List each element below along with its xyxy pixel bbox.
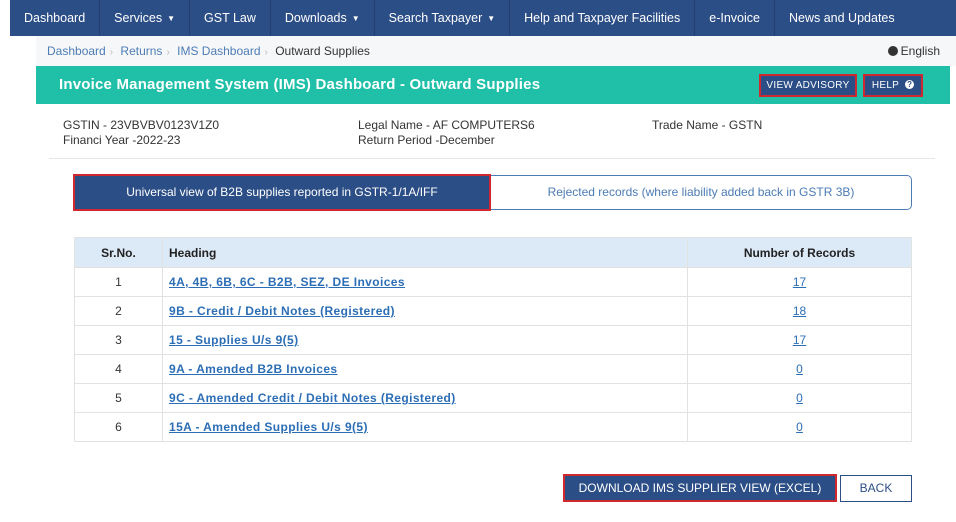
column-header-count: Number of Records bbox=[687, 237, 912, 268]
tab-universal-view[interactable]: Universal view of B2B supplies reported … bbox=[73, 174, 491, 211]
row-srno: 5 bbox=[74, 383, 163, 413]
page-title: Invoice Management System (IMS) Dashboar… bbox=[59, 76, 541, 93]
table-row: 5 9C - Amended Credit / Debit Notes (Reg… bbox=[74, 383, 912, 413]
language-label: English bbox=[900, 44, 940, 58]
row-srno: 4 bbox=[74, 354, 163, 384]
row-count-link[interactable]: 18 bbox=[793, 304, 806, 318]
row-srno: 1 bbox=[74, 267, 163, 297]
breadcrumb: Dashboard › Returns › IMS Dashboard › Outwa… bbox=[47, 44, 370, 58]
chevron-right-icon: › bbox=[166, 47, 170, 58]
top-navbar: Dashboard Services ▼ GST Law Downloads ▼ S… bbox=[10, 0, 956, 36]
caret-down-icon: ▼ bbox=[167, 14, 176, 23]
row-count-link[interactable]: 17 bbox=[793, 275, 806, 289]
nav-downloads[interactable]: Downloads ▼ bbox=[271, 0, 375, 36]
nav-news-updates[interactable]: News and Updates bbox=[775, 0, 909, 36]
nav-label: Downloads bbox=[284, 11, 347, 25]
tab-rejected-records[interactable]: Rejected records (where liability added … bbox=[491, 175, 912, 210]
row-heading-link[interactable]: 9B - Credit / Debit Notes (Registered) bbox=[169, 304, 395, 318]
chevron-right-icon: › bbox=[109, 47, 114, 58]
row-count-link[interactable]: 17 bbox=[793, 333, 806, 347]
tab-label: Rejected records (where liability added … bbox=[547, 185, 855, 199]
nav-search-taxpayer[interactable]: Search Taxpayer ▼ bbox=[375, 0, 511, 36]
language-selector[interactable]: English bbox=[887, 44, 940, 58]
nav-label: News and Updates bbox=[789, 11, 895, 25]
nav-label: Services bbox=[114, 11, 163, 25]
help-button[interactable]: HELP? bbox=[863, 74, 923, 97]
page-header: Invoice Management System (IMS) Dashboar… bbox=[36, 66, 950, 104]
column-header-srno: Sr.No. bbox=[74, 237, 163, 268]
row-count-link[interactable]: 0 bbox=[796, 420, 803, 434]
row-heading-link[interactable]: 9A - Amended B2B Invoices bbox=[169, 362, 337, 376]
download-excel-button[interactable]: DOWNLOAD IMS SUPPLIER VIEW (EXCEL) bbox=[563, 474, 837, 502]
gstin-text: GSTIN - 23VBVBV0123V1Z0 bbox=[63, 118, 220, 132]
return-period-text: Return Period -December bbox=[358, 133, 495, 147]
breadcrumb-bar: Dashboard › Returns › IMS Dashboard › Outwa… bbox=[36, 36, 956, 66]
nav-label: GST Law bbox=[204, 11, 256, 25]
breadcrumb-ims-dashboard[interactable]: IMS Dashboard bbox=[177, 44, 260, 58]
breadcrumb-returns[interactable]: Returns bbox=[120, 44, 162, 58]
legal-name-block: Legal Name - AF COMPUTERS6 Return Period… bbox=[358, 118, 535, 148]
table-row: 6 15A - Amended Supplies U/s 9(5) 0 bbox=[74, 412, 912, 442]
question-circle-icon: ? bbox=[905, 80, 915, 89]
nav-label: Help and Taxpayer Facilities bbox=[524, 11, 681, 25]
back-button[interactable]: BACK bbox=[840, 475, 912, 502]
table-header-row: Sr.No. Heading Number of Records bbox=[74, 237, 912, 268]
divider bbox=[49, 158, 935, 159]
nav-dashboard[interactable]: Dashboard bbox=[10, 0, 101, 36]
table-row: 2 9B - Credit / Debit Notes (Registered)… bbox=[74, 296, 912, 326]
breadcrumb-current: Outward Supplies bbox=[275, 44, 370, 58]
breadcrumb-dashboard[interactable]: Dashboard bbox=[47, 44, 106, 58]
download-label: DOWNLOAD IMS SUPPLIER VIEW (EXCEL) bbox=[578, 481, 822, 495]
view-advisory-label: VIEW ADVISORY bbox=[766, 80, 850, 91]
trade-name-text: Trade Name - GSTN bbox=[652, 118, 763, 132]
table-row: 1 4A, 4B, 6B, 6C - B2B, SEZ, DE Invoices… bbox=[74, 267, 912, 297]
table-row: 3 15 - Supplies U/s 9(5) 17 bbox=[74, 325, 912, 355]
row-heading-link[interactable]: 15A - Amended Supplies U/s 9(5) bbox=[169, 420, 368, 434]
nav-label: e-Invoice bbox=[709, 11, 760, 25]
row-heading-link[interactable]: 9C - Amended Credit / Debit Notes (Regis… bbox=[169, 391, 456, 405]
nav-gst-law[interactable]: GST Law bbox=[190, 0, 271, 36]
row-srno: 2 bbox=[74, 296, 163, 326]
help-label: HELP bbox=[871, 80, 900, 91]
gstin-block: GSTIN - 23VBVBV0123V1Z0 Financi Year -20… bbox=[63, 118, 219, 148]
row-srno: 6 bbox=[74, 412, 163, 442]
content-panel: GSTIN - 23VBVBV0123V1Z0 Financi Year -20… bbox=[36, 104, 950, 522]
records-table: Sr.No. Heading Number of Records 1 4A, 4… bbox=[74, 237, 912, 442]
view-advisory-button[interactable]: VIEW ADVISORY bbox=[759, 74, 857, 97]
nav-help-facilities[interactable]: Help and Taxpayer Facilities bbox=[510, 0, 696, 36]
row-heading-link[interactable]: 4A, 4B, 6B, 6C - B2B, SEZ, DE Invoices bbox=[169, 275, 405, 289]
page-container: Invoice Management System (IMS) Dashboar… bbox=[36, 66, 950, 522]
legal-name-text: Legal Name - AF COMPUTERS6 bbox=[358, 118, 535, 132]
row-srno: 3 bbox=[74, 325, 163, 355]
back-label: BACK bbox=[859, 481, 893, 495]
table-row: 4 9A - Amended B2B Invoices 0 bbox=[74, 354, 912, 384]
column-header-heading: Heading bbox=[162, 237, 688, 268]
trade-name-block: Trade Name - GSTN bbox=[652, 118, 762, 133]
caret-down-icon: ▼ bbox=[351, 14, 360, 23]
globe-icon bbox=[887, 46, 898, 56]
nav-services[interactable]: Services ▼ bbox=[100, 0, 191, 36]
row-count-link[interactable]: 0 bbox=[796, 391, 803, 405]
financial-year-text: Financi Year -2022-23 bbox=[63, 133, 181, 147]
nav-e-invoice[interactable]: e-Invoice bbox=[695, 0, 775, 36]
nav-label: Dashboard bbox=[24, 11, 86, 25]
row-heading-link[interactable]: 15 - Supplies U/s 9(5) bbox=[169, 333, 299, 347]
caret-down-icon: ▼ bbox=[487, 14, 496, 23]
row-count-link[interactable]: 0 bbox=[796, 362, 803, 376]
chevron-right-icon: › bbox=[264, 47, 268, 58]
tab-label: Universal view of B2B supplies reported … bbox=[126, 185, 438, 199]
nav-label: Search Taxpayer bbox=[388, 11, 483, 25]
